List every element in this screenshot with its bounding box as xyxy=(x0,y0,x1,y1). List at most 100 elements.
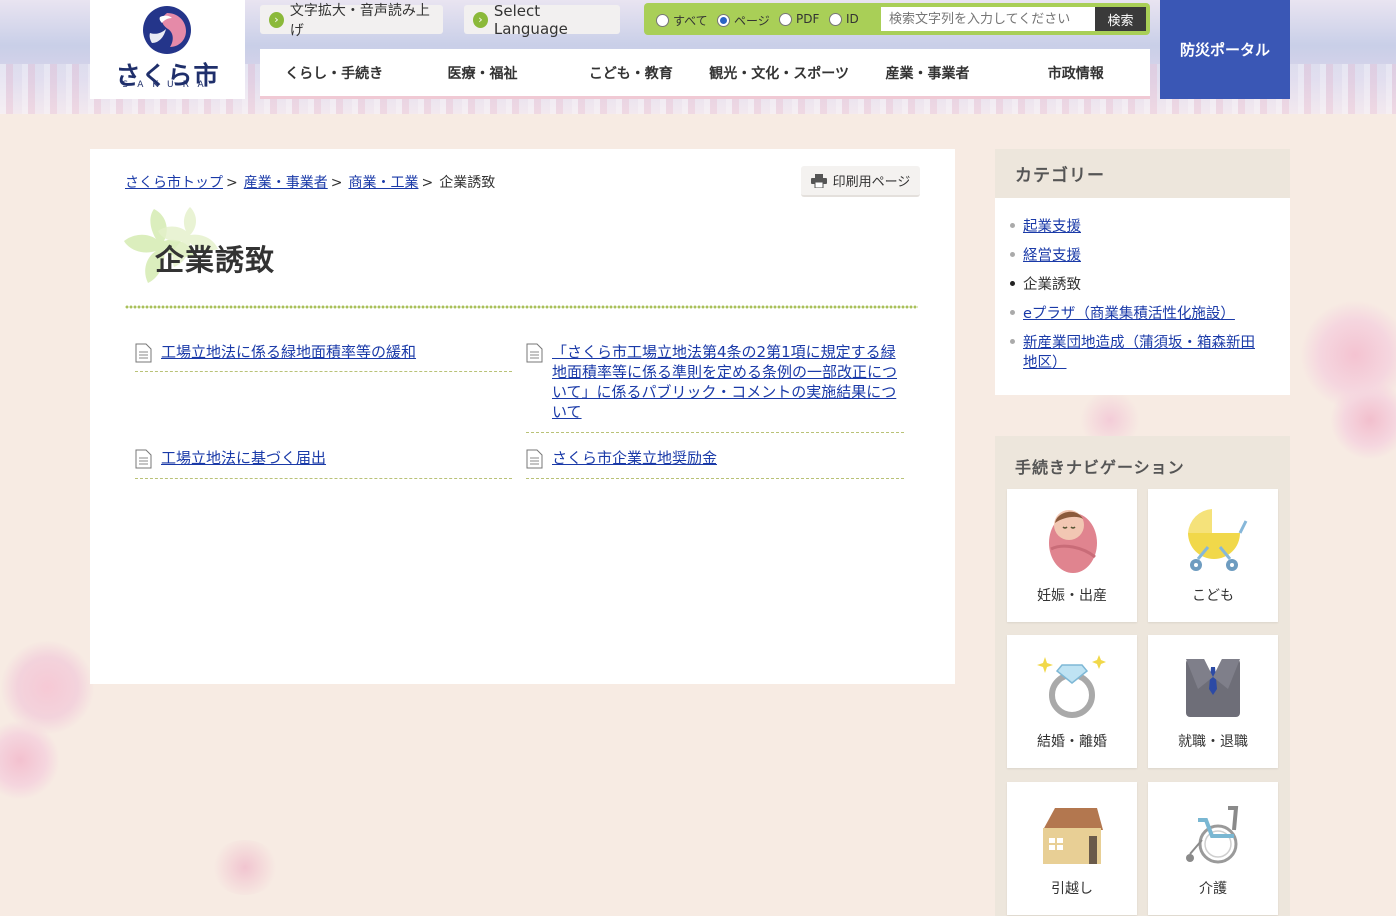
document-icon xyxy=(135,449,152,469)
radio-icon xyxy=(829,12,842,26)
disaster-portal-button[interactable]: 防災ポータル xyxy=(1160,0,1290,99)
list-divider xyxy=(526,478,904,479)
category-link[interactable]: 起業支援 xyxy=(1023,219,1081,235)
document-icon xyxy=(526,449,543,469)
site-search: すべて ページ PDF ID 検索 xyxy=(644,3,1150,35)
category-link[interactable]: eプラザ（商業集積活性化施設） xyxy=(1023,306,1235,322)
breadcrumb-separator: > xyxy=(421,175,434,191)
select-language-label: Select Language xyxy=(493,1,568,38)
breadcrumb-link-top[interactable]: さくら市トップ xyxy=(125,175,223,191)
print-label: 印刷用ページ xyxy=(832,175,911,190)
page-link[interactable]: 「さくら市工場立地法第4条の2第1項に規定する緑地面積率等に係る準則を定める条例… xyxy=(552,342,906,422)
nav-item-living[interactable]: くらし・手続き xyxy=(260,49,408,96)
ring-icon xyxy=(1037,655,1106,718)
blossom-decoration xyxy=(210,840,280,895)
nav-tile-marriage[interactable]: 結婚・離婚 xyxy=(1007,635,1137,768)
chevron-right-icon: › xyxy=(473,11,488,28)
list-item: さくら市企業立地奨励金 xyxy=(526,448,906,469)
breadcrumb-link-business[interactable]: 産業・事業者 xyxy=(244,175,328,191)
blossom-decoration xyxy=(0,720,60,800)
list-divider xyxy=(135,371,512,372)
radio-label: PDF xyxy=(796,12,820,26)
page-title: 企業誘致 xyxy=(155,243,276,277)
main-content: さくら市トップ > 産業・事業者 > 商業・工業 > 企業誘致 印刷用ページ 企業誘致 工場… xyxy=(90,149,955,684)
nav-tile-care[interactable]: 介護 xyxy=(1148,782,1278,915)
list-item: 工場立地法に基づく届出 xyxy=(135,448,515,469)
text-size-label: 文字拡大・音声読み上げ xyxy=(289,2,430,39)
category-item: 経営支援 xyxy=(1010,246,1263,266)
radio-label: ID xyxy=(846,12,859,26)
title-divider xyxy=(125,305,918,309)
category-link[interactable]: 経営支援 xyxy=(1023,248,1081,264)
category-current-label: 企業誘致 xyxy=(1023,277,1081,293)
radio-selected-icon xyxy=(717,14,730,27)
search-scope-all[interactable]: すべて xyxy=(656,12,708,29)
logo-subtext: SAKURA xyxy=(122,80,213,90)
radio-label: ページ xyxy=(734,14,770,28)
search-scope-pdf[interactable]: PDF xyxy=(779,12,819,26)
blossom-decoration xyxy=(1300,300,1396,410)
radio-icon xyxy=(779,12,792,26)
list-divider xyxy=(526,432,904,433)
category-item: eプラザ（商業集積活性化施設） xyxy=(1010,304,1263,324)
chevron-right-icon: › xyxy=(269,11,284,28)
breadcrumb-separator: > xyxy=(226,175,238,191)
document-icon xyxy=(526,343,543,363)
category-item-current: 企業誘致 xyxy=(1010,275,1263,295)
procedure-nav-panel: 手続きナビゲーション 妊娠・出産 こども 結婚・離婚 就職・退職 引越し 介護 xyxy=(995,436,1290,916)
baby-icon xyxy=(1049,510,1097,573)
nav-tile-employment[interactable]: 就職・退職 xyxy=(1148,635,1278,768)
radio-label: すべて xyxy=(673,14,708,28)
text-size-button[interactable]: › 文字拡大・音声読み上げ xyxy=(260,3,443,39)
sakura-logo-icon xyxy=(143,6,191,54)
nav-tile-children[interactable]: こども xyxy=(1148,489,1278,622)
tile-label: 引越し xyxy=(1051,881,1093,897)
site-header: さくら市 SAKURA › 文字拡大・音声読み上げ › Select Langu… xyxy=(0,0,1396,114)
search-scope-page[interactable]: ページ xyxy=(717,12,770,29)
document-icon xyxy=(135,343,152,363)
nav-item-children[interactable]: こども・教育 xyxy=(557,49,705,96)
breadcrumb-separator: > xyxy=(330,175,343,191)
printer-icon xyxy=(810,173,827,188)
blossom-decoration xyxy=(0,640,95,735)
page-link[interactable]: 工場立地法に係る緑地面積率等の緩和 xyxy=(161,342,416,362)
category-item: 新産業団地造成（蒲須坂・箱森新田地区） xyxy=(1010,333,1263,373)
nav-item-tourism[interactable]: 観光・文化・スポーツ xyxy=(705,49,853,96)
breadcrumb: さくら市トップ > 産業・事業者 > 商業・工業 > 企業誘致 xyxy=(125,172,495,192)
tile-label: 就職・退職 xyxy=(1178,734,1248,750)
tile-label: 妊娠・出産 xyxy=(1037,588,1107,604)
house-icon xyxy=(1043,808,1103,864)
nav-tile-moving[interactable]: 引越し xyxy=(1007,782,1137,915)
category-heading: カテゴリー xyxy=(995,149,1290,198)
search-input[interactable] xyxy=(881,7,1095,31)
category-item: 起業支援 xyxy=(1010,217,1263,237)
tile-label: 介護 xyxy=(1199,881,1227,897)
stroller-icon xyxy=(1188,509,1248,571)
tile-label: 結婚・離婚 xyxy=(1037,734,1107,750)
search-button[interactable]: 検索 xyxy=(1095,7,1146,31)
nav-item-medical[interactable]: 医療・福祉 xyxy=(408,49,556,96)
global-nav: くらし・手続き 医療・福祉 こども・教育 観光・文化・スポーツ 産業・事業者 市… xyxy=(260,49,1150,99)
site-logo[interactable]: さくら市 SAKURA xyxy=(90,0,245,99)
category-list: 起業支援 経営支援 企業誘致 eプラザ（商業集積活性化施設） 新産業団地造成（蒲… xyxy=(1010,217,1263,373)
wheelchair-icon xyxy=(1186,806,1239,864)
page-link[interactable]: 工場立地法に基づく届出 xyxy=(161,448,326,468)
list-item: 「さくら市工場立地法第4条の2第1項に規定する緑地面積率等に係る準則を定める条例… xyxy=(526,342,906,422)
category-panel: カテゴリー 起業支援 経営支援 企業誘致 eプラザ（商業集積活性化施設） 新産業… xyxy=(995,149,1290,395)
nav-item-business[interactable]: 産業・事業者 xyxy=(853,49,1001,96)
list-divider xyxy=(135,478,512,479)
nav-item-city-info[interactable]: 市政情報 xyxy=(1002,49,1150,96)
radio-icon xyxy=(656,14,669,27)
page-link[interactable]: さくら市企業立地奨励金 xyxy=(552,448,717,468)
list-item: 工場立地法に係る緑地面積率等の緩和 xyxy=(135,342,515,363)
category-link[interactable]: 新産業団地造成（蒲須坂・箱森新田地区） xyxy=(1023,335,1255,371)
breadcrumb-link-commerce[interactable]: 商業・工業 xyxy=(348,175,418,191)
nav-tile-pregnancy[interactable]: 妊娠・出産 xyxy=(1007,489,1137,622)
blossom-decoration xyxy=(1330,380,1396,460)
search-scope-id[interactable]: ID xyxy=(829,12,859,26)
select-language-button[interactable]: › Select Language xyxy=(464,2,620,38)
print-page-button[interactable]: 印刷用ページ xyxy=(801,166,920,197)
procedure-nav-heading: 手続きナビゲーション xyxy=(1015,458,1185,477)
breadcrumb-current: 企業誘致 xyxy=(439,175,496,191)
suit-icon xyxy=(1186,659,1240,717)
